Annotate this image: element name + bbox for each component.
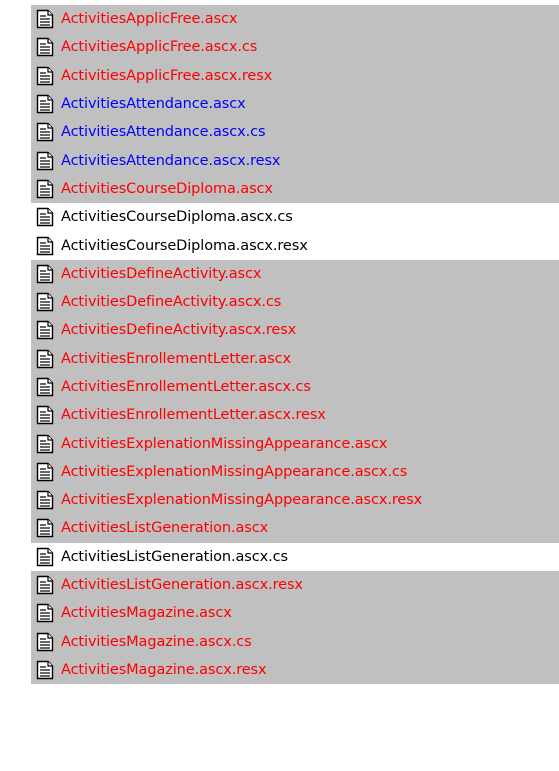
text-file-icon [36,292,54,312]
file-name: ActivitiesCourseDiploma.ascx.resx [61,237,308,254]
file-list-item[interactable]: ActivitiesMagazine.ascx.cs [0,627,559,656]
file-list-item[interactable]: ActivitiesExplenationMissingAppearance.a… [0,429,559,458]
file-name: ActivitiesCourseDiploma.ascx.cs [61,209,293,226]
file-name: ActivitiesApplicFree.ascx [61,11,238,28]
text-file-icon [36,151,54,170]
file-list-item[interactable]: ActivitiesListGeneration.ascx.resx [0,570,559,600]
file-name: ActivitiesApplicFree.ascx.cs [61,39,258,56]
file-list-item[interactable]: ActivitiesCourseDiploma.ascx.resx [0,231,559,260]
file-list-item[interactable]: ActivitiesDefineActivity.ascx.cs [0,287,559,317]
file-name: ActivitiesDefineActivity.ascx.resx [61,322,297,339]
file-name: ActivitiesMagazine.ascx.cs [61,633,252,650]
text-file-icon [36,547,54,566]
file-name: ActivitiesEnrollementLetter.ascx.cs [61,379,311,395]
file-list-item[interactable]: ActivitiesMagazine.ascx [0,599,559,628]
file-name: ActivitiesExplenationMissingAppearance.a… [61,463,408,480]
file-list-item[interactable]: ActivitiesEnrollementLetter.ascx.cs [0,372,559,402]
text-file-icon [36,632,54,651]
text-file-icon [36,660,54,680]
file-name: ActivitiesExplenationMissingAppearance.a… [61,492,423,509]
file-name: ActivitiesListGeneration.ascx.cs [61,548,288,565]
text-file-icon [36,406,54,425]
text-file-icon [36,123,54,142]
file-list-item[interactable]: ActivitiesListGeneration.ascx [0,514,559,543]
text-file-icon [36,377,54,397]
file-list-item[interactable]: ActivitiesCourseDiploma.ascx.cs [0,203,559,232]
file-name: ActivitiesDefineActivity.ascx [61,265,262,282]
file-name: ActivitiesListGeneration.ascx.resx [61,577,303,594]
file-name: ActivitiesAttendance.ascx [61,96,246,113]
text-file-icon [36,575,54,595]
file-list-item[interactable]: ActivitiesExplenationMissingAppearance.a… [0,457,559,487]
file-name: ActivitiesListGeneration.ascx [61,520,269,537]
file-list-item[interactable]: ActivitiesApplicFree.ascx.cs [0,33,559,62]
file-list: ActivitiesApplicFree.ascx ActivitiesAppl… [0,0,559,771]
text-file-icon [36,94,54,114]
text-file-icon [36,519,54,538]
text-file-icon [36,604,54,623]
file-list-item[interactable]: ActivitiesEnrollementLetter.ascx [0,344,559,373]
file-name: ActivitiesAttendance.ascx.resx [61,152,281,169]
file-name: ActivitiesExplenationMissingAppearance.a… [61,435,388,452]
file-list-item[interactable]: ActivitiesAttendance.ascx [0,89,559,119]
text-file-icon [36,349,54,368]
file-name: ActivitiesEnrollementLetter.ascx [61,350,291,367]
file-name: ActivitiesAttendance.ascx.cs [61,124,266,141]
file-name: ActivitiesApplicFree.ascx.resx [61,67,273,84]
text-file-icon [36,462,54,482]
file-list-item[interactable]: ActivitiesEnrollementLetter.ascx.resx [0,401,559,430]
file-list-item[interactable]: ActivitiesAttendance.ascx.cs [0,118,559,147]
file-list-item[interactable]: ActivitiesAttendance.ascx.resx [0,146,559,175]
text-file-icon [36,434,54,453]
file-list-item[interactable]: ActivitiesApplicFree.ascx [0,5,559,34]
file-list-item[interactable]: ActivitiesExplenationMissingAppearance.a… [0,486,559,515]
text-file-icon [36,490,54,510]
file-list-item[interactable]: ActivitiesMagazine.ascx.resx [0,655,559,685]
text-file-icon [36,179,54,199]
text-file-icon [36,9,54,29]
text-file-icon [36,236,54,255]
text-file-icon [36,208,54,227]
file-list-item[interactable]: ActivitiesCourseDiploma.ascx [0,174,559,204]
text-file-icon [36,321,54,340]
file-list-item[interactable]: ActivitiesApplicFree.ascx.resx [0,61,559,90]
file-list-item[interactable]: ActivitiesDefineActivity.ascx.resx [0,316,559,345]
file-name: ActivitiesCourseDiploma.ascx [61,180,273,197]
file-name: ActivitiesEnrollementLetter.ascx.resx [61,407,326,424]
file-list-item[interactable]: ActivitiesListGeneration.ascx.cs [0,542,559,571]
text-file-icon [36,264,54,284]
text-file-icon [36,38,54,57]
file-name: ActivitiesDefineActivity.ascx.cs [61,294,282,311]
file-list-item[interactable]: ActivitiesDefineActivity.ascx [0,259,559,288]
file-name: ActivitiesMagazine.ascx [61,605,232,622]
text-file-icon [36,66,54,85]
file-name: ActivitiesMagazine.ascx.resx [61,661,267,678]
